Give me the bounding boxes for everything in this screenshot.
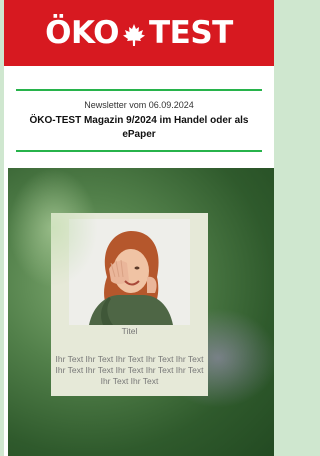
hero-banner: Titel Ihr Text Ihr Text Ihr Text Ihr Tex… [8, 168, 274, 456]
teaser-card[interactable]: Titel Ihr Text Ihr Text Ihr Text Ihr Tex… [51, 213, 208, 396]
newsletter-info: Newsletter vom 06.09.2024 ÖKO-TEST Magaz… [16, 89, 262, 152]
newsletter-headline[interactable]: ÖKO-TEST Magazin 9/2024 im Handel oder a… [16, 114, 262, 142]
newsletter-email: ÖKO TEST Newsletter vom 06.09.2024 ÖKO-T… [4, 0, 274, 456]
teaser-title: Titel [121, 326, 138, 336]
logo-text-left: ÖKO [45, 15, 120, 51]
teaser-body: Ihr Text Ihr Text Ihr Text Ihr Text Ihr … [55, 354, 204, 386]
bottom-divider [16, 150, 262, 152]
logo-text-right: TEST [149, 15, 233, 51]
maple-leaf-icon [121, 20, 147, 46]
oekotest-logo[interactable]: ÖKO TEST [45, 15, 233, 51]
woman-portrait-image [69, 219, 190, 325]
newsletter-date: Newsletter vom 06.09.2024 [84, 100, 194, 110]
brand-header: ÖKO TEST [4, 0, 274, 66]
teaser-photo[interactable] [69, 219, 190, 325]
